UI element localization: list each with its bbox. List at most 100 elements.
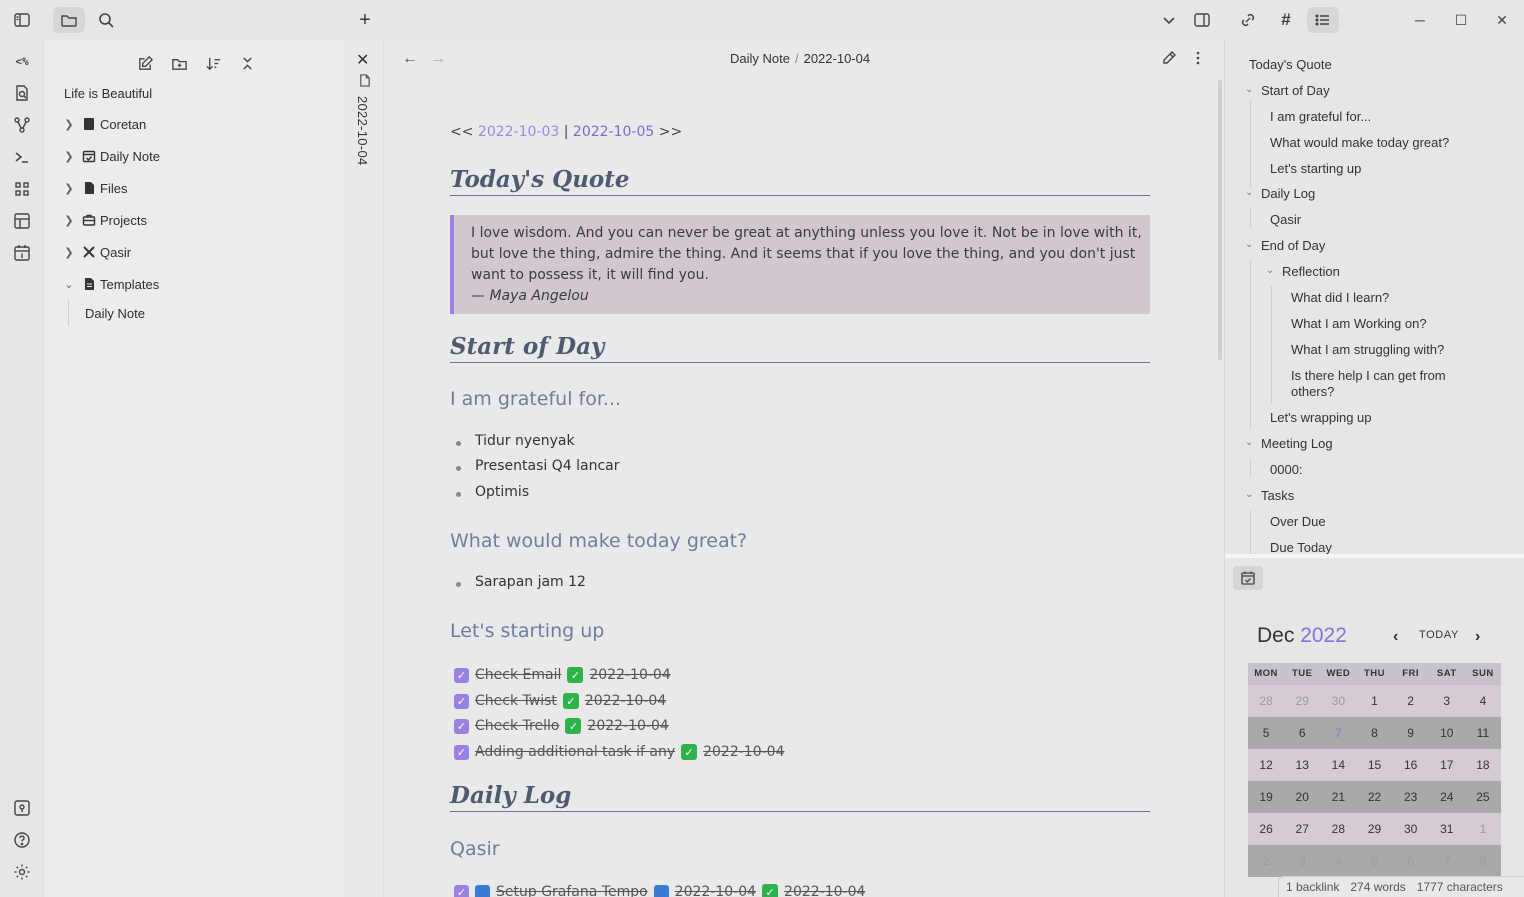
outline-item[interactable]: What would make today great? [1270, 135, 1449, 151]
calendar-day[interactable]: 25 [1465, 781, 1501, 813]
calendar-day[interactable]: 4 [1320, 845, 1356, 877]
calendar-day[interactable]: 12 [1248, 749, 1284, 781]
calendar-day[interactable]: 11 [1465, 717, 1501, 749]
calendar-day[interactable]: 2 [1393, 685, 1429, 717]
calendar-day[interactable]: 18 [1465, 749, 1501, 781]
calendar-day[interactable]: 14 [1320, 749, 1356, 781]
help-icon[interactable] [11, 829, 33, 851]
calendar-day-icon[interactable] [11, 242, 33, 264]
outline-item[interactable]: Is there help I can get from others? [1291, 368, 1491, 400]
task-checkbox[interactable]: ✓ [454, 744, 469, 760]
help-vault-icon[interactable] [11, 797, 33, 819]
calendar-day[interactable]: 5 [1356, 845, 1392, 877]
maximize-icon[interactable]: ☐ [1451, 10, 1471, 30]
folder-files[interactable]: ❯ Files [62, 177, 127, 199]
more-options-icon[interactable] [1190, 50, 1206, 69]
outline-item[interactable]: Due Today [1270, 540, 1332, 554]
calendar-day[interactable]: 7 [1429, 845, 1465, 877]
file-daily-note-template[interactable]: Daily Note [68, 300, 145, 326]
new-folder-icon[interactable] [166, 52, 192, 74]
outline-item[interactable]: Qasir [1270, 212, 1301, 228]
folder-coretan[interactable]: ❯ Coretan [62, 113, 146, 135]
calendar-today-button[interactable]: TODAY [1419, 629, 1459, 641]
calendar-day[interactable]: 21 [1320, 781, 1356, 813]
folder-daily-note[interactable]: ❯ Daily Note [62, 145, 160, 167]
terminal-icon[interactable] [11, 146, 33, 168]
calendar-day[interactable]: 24 [1429, 781, 1465, 813]
calendar-day[interactable]: 8 [1465, 845, 1501, 877]
calendar-day[interactable]: 30 [1393, 813, 1429, 845]
task-checkbox[interactable]: ✓ [454, 884, 469, 897]
split-view-icon[interactable] [1186, 7, 1218, 33]
calendar-day[interactable]: 16 [1393, 749, 1429, 781]
outline-item[interactable]: I am grateful for... [1270, 109, 1371, 125]
chevron-down-icon[interactable]: ⌄ [1245, 489, 1253, 500]
graph-icon[interactable] [11, 114, 33, 136]
outline-item[interactable]: Daily Log [1261, 186, 1315, 202]
calendar-day[interactable]: 26 [1248, 813, 1284, 845]
calendar-day[interactable]: 23 [1393, 781, 1429, 813]
outline-item[interactable]: What I am struggling with? [1291, 342, 1444, 358]
task-checkbox[interactable]: ✓ [454, 693, 469, 709]
settings-icon[interactable] [11, 861, 33, 883]
chevron-down-icon[interactable]: ⌄ [1245, 437, 1253, 448]
calendar-day[interactable]: 20 [1284, 781, 1320, 813]
calendar-day[interactable]: 17 [1429, 749, 1465, 781]
collapse-all-icon[interactable] [234, 52, 260, 74]
calendar-day[interactable]: 5 [1248, 717, 1284, 749]
outline-item[interactable]: Tasks [1261, 488, 1294, 504]
folder-templates[interactable]: ⌄ Templates [62, 273, 159, 295]
panel-divider[interactable] [1225, 554, 1524, 558]
calendar-day[interactable]: 13 [1284, 749, 1320, 781]
outline-item[interactable]: Reflection [1282, 264, 1340, 280]
calendar-day[interactable]: 8 [1356, 717, 1392, 749]
search-icon[interactable] [90, 7, 122, 33]
outline-item[interactable]: Meeting Log [1261, 436, 1333, 452]
outline-item[interactable]: What I am Working on? [1291, 316, 1427, 332]
vault-name[interactable]: Life is Beautiful [64, 86, 152, 101]
blocks-icon[interactable] [11, 178, 33, 200]
edit-pencil-icon[interactable] [1161, 50, 1177, 69]
sort-icon[interactable] [200, 52, 226, 74]
task-checkbox[interactable]: ✓ [454, 718, 469, 734]
list-icon[interactable] [1307, 7, 1339, 33]
outline-item[interactable]: 0000: [1270, 462, 1303, 478]
chevron-down-icon[interactable]: ⌄ [1245, 187, 1253, 198]
back-arrow-icon[interactable]: ← [402, 50, 418, 68]
calendar-day[interactable]: 31 [1429, 813, 1465, 845]
sidebar-toggle-icon[interactable] [6, 7, 38, 33]
folder-projects[interactable]: ❯ Projects [62, 209, 147, 231]
calendar-day[interactable]: 27 [1284, 813, 1320, 845]
templater-icon[interactable]: <% [11, 50, 33, 72]
file-search-icon[interactable] [11, 82, 33, 104]
minimize-icon[interactable]: ─ [1410, 10, 1430, 30]
calendar-day[interactable]: 3 [1284, 845, 1320, 877]
outline-item[interactable]: Let's starting up [1270, 161, 1361, 177]
calendar-day-today[interactable]: 7 [1320, 717, 1356, 749]
calendar-day[interactable]: 1 [1465, 813, 1501, 845]
new-note-icon[interactable] [132, 52, 158, 74]
calendar-day[interactable]: 10 [1429, 717, 1465, 749]
calendar-day[interactable]: 6 [1393, 845, 1429, 877]
calendar-day[interactable]: 22 [1356, 781, 1392, 813]
calendar-day[interactable]: 29 [1356, 813, 1392, 845]
calendar-next-icon[interactable]: › [1475, 628, 1480, 646]
breadcrumb-folder[interactable]: Daily Note [730, 51, 790, 66]
calendar-day[interactable]: 3 [1429, 685, 1465, 717]
folder-icon[interactable] [53, 7, 85, 33]
link-icon[interactable] [1232, 7, 1264, 33]
calendar-day[interactable]: 4 [1465, 685, 1501, 717]
calendar-prev-icon[interactable]: ‹ [1393, 628, 1398, 646]
calendar-day[interactable]: 15 [1356, 749, 1392, 781]
close-tab-icon[interactable]: ✕ [356, 50, 369, 70]
calendar-day[interactable]: 1 [1356, 685, 1392, 717]
prev-day-link[interactable]: 2022-10-03 [478, 124, 559, 140]
calendar-day[interactable]: 29 [1284, 685, 1320, 717]
calendar-tab-icon[interactable] [1233, 566, 1263, 590]
calendar-day[interactable]: 30 [1320, 685, 1356, 717]
chevron-down-icon[interactable]: ⌄ [1266, 265, 1274, 276]
new-tab-button[interactable]: + [349, 7, 381, 33]
breadcrumb-file[interactable]: 2022-10-04 [804, 51, 871, 66]
next-day-link[interactable]: 2022-10-05 [573, 124, 654, 140]
backlink-count[interactable]: 1 backlink [1286, 880, 1339, 894]
